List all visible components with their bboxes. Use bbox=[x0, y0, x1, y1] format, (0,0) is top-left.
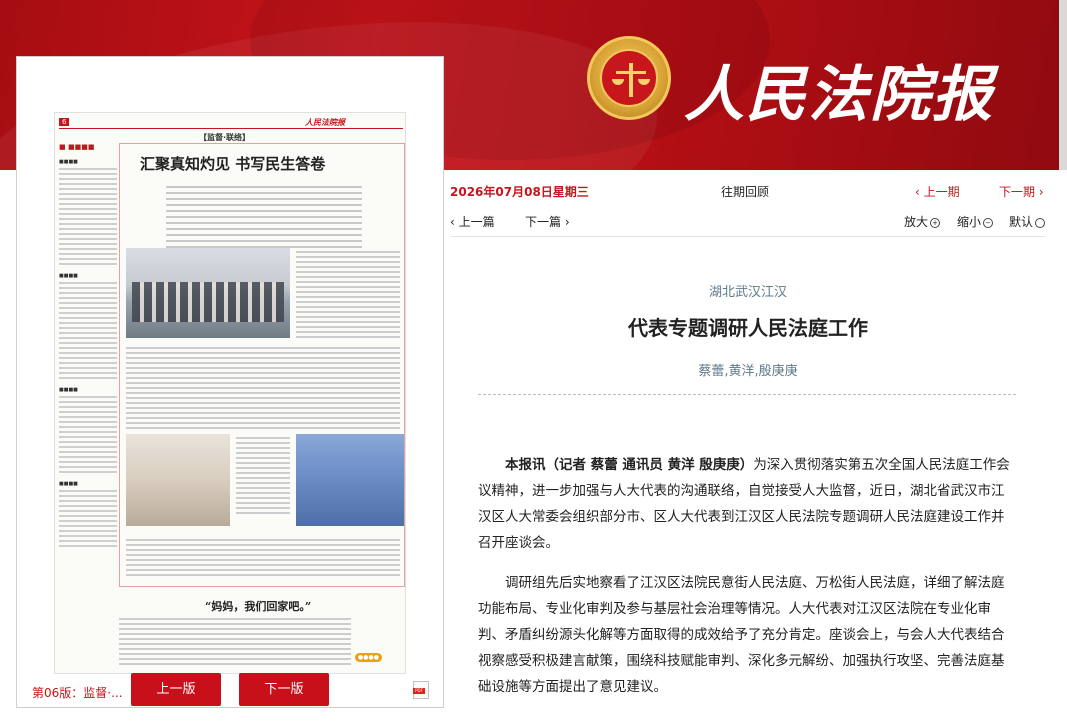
article-kicker: 湖北武汉江汉 bbox=[708, 285, 787, 300]
court-emblem-icon bbox=[587, 36, 671, 120]
page-number-tag: 6 bbox=[59, 118, 70, 126]
prev-page-button[interactable]: 上一版 bbox=[131, 673, 221, 706]
article-lead: 本报讯（记者 蔡蕾 通讯员 黄洋 殷庚庚） bbox=[505, 457, 754, 473]
paper-section-tag: 【监督·联络】 bbox=[199, 133, 251, 142]
zoom-out-label: 缩小 bbox=[957, 215, 982, 229]
paper-photo-ceremony bbox=[296, 434, 404, 526]
article-divider bbox=[478, 394, 1016, 395]
zoom-in-button[interactable]: 放大 + bbox=[904, 213, 941, 230]
current-page-label[interactable]: 第06版：监督·... bbox=[32, 684, 123, 701]
prev-article-link[interactable]: ‹ 上一篇 bbox=[450, 213, 495, 230]
article-paragraph-1: 本报讯（记者 蔡蕾 通讯员 黄洋 殷庚庚）为深入贯彻落实第五次全国人民法庭工作会… bbox=[478, 452, 1016, 556]
reset-icon bbox=[1035, 217, 1046, 228]
article-authors: 蔡蕾,黄洋,殷庚庚 bbox=[698, 364, 798, 379]
plus-icon: + bbox=[930, 217, 941, 228]
pdf-icon[interactable]: PDF bbox=[413, 681, 429, 699]
site-masthead: 人民法院报 bbox=[684, 60, 994, 130]
minus-icon: − bbox=[983, 217, 994, 228]
paper-masthead-small: 人民法院报 bbox=[305, 118, 345, 127]
article-paragraph-2: 调研组先后实地察看了江汉区法院民意街人民法庭、万松街人民法庭，详细了解法庭功能布… bbox=[478, 575, 1005, 695]
paper-left-column: ■ ■■■■ ■■■■ ■■■■ ■■■■ ■■■■ bbox=[59, 143, 117, 673]
next-issue-link[interactable]: 下一期 › bbox=[999, 183, 1044, 200]
article-title: 代表专题调研人民法庭工作 bbox=[628, 316, 868, 340]
paper-column-logo: ●●●● bbox=[355, 653, 382, 662]
zoom-in-label: 放大 bbox=[904, 215, 929, 229]
zoom-default-label: 默认 bbox=[1009, 215, 1034, 229]
next-page-button[interactable]: 下一版 bbox=[239, 673, 329, 706]
paper-bottom-title: “妈妈，我们回家吧。” bbox=[205, 600, 312, 613]
paper-photo-meeting bbox=[126, 248, 290, 338]
zoom-out-button[interactable]: 缩小 − bbox=[957, 213, 994, 230]
past-issues-link[interactable]: 往期回顾 bbox=[721, 183, 769, 200]
paper-feature-box: 汇聚真知灼见 书写民生答卷 bbox=[119, 143, 405, 587]
paper-photo-visit bbox=[126, 434, 230, 526]
page-preview-panel: 6 人民法院报 【监督·联络】 ■ ■■■■ ■■■■ ■■■■ ■■■■ ■■… bbox=[16, 56, 444, 708]
prev-issue-link[interactable]: ‹ 上一期 bbox=[915, 183, 960, 200]
issue-date: 2026年07月08日星期三 bbox=[450, 185, 589, 199]
header-edge bbox=[1059, 0, 1067, 170]
toolbar-divider bbox=[450, 236, 1046, 237]
paper-feature-title: 汇聚真知灼见 书写民生答卷 bbox=[140, 155, 326, 173]
next-article-link[interactable]: 下一篇 › bbox=[525, 213, 570, 230]
zoom-default-button[interactable]: 默认 bbox=[1009, 213, 1046, 230]
newspaper-page-thumbnail[interactable]: 6 人民法院报 【监督·联络】 ■ ■■■■ ■■■■ ■■■■ ■■■■ ■■… bbox=[54, 112, 406, 674]
